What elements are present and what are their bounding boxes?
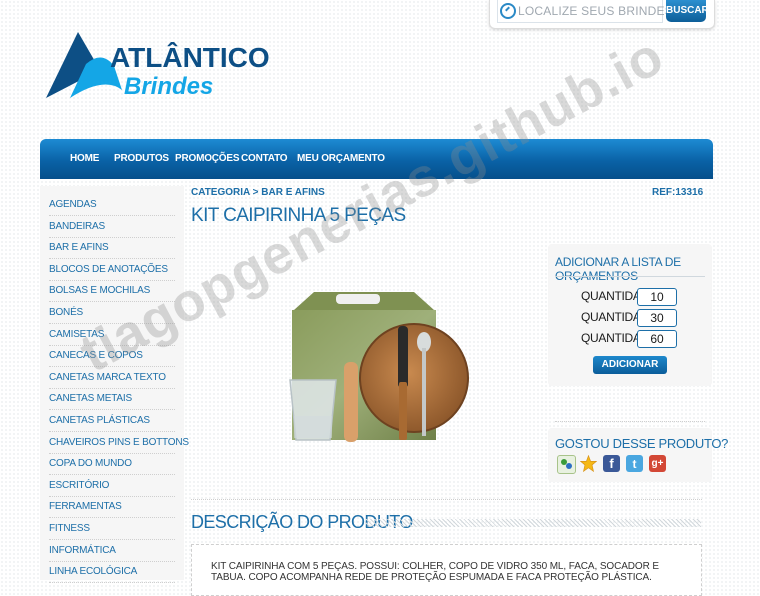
sidebar-divider: [49, 495, 175, 497]
sidebar-item[interactable]: INFORMÁTICA: [49, 545, 116, 556]
sidebar-divider: [49, 258, 175, 260]
divider: [555, 276, 705, 277]
nav-meu-orcamento[interactable]: MEU ORÇAMENTO: [297, 153, 385, 164]
sidebar-divider: [49, 539, 175, 540]
divider: [191, 499, 702, 500]
quantity-input-3[interactable]: 60: [637, 330, 677, 348]
sidebar-item[interactable]: AGENDAS: [49, 199, 97, 210]
sidebar-divider: [49, 431, 175, 432]
add-to-quote-title: ADICIONAR A LISTA DE ORÇAMENTOS: [555, 255, 681, 283]
sidebar-item[interactable]: LINHA ECOLÓGICA: [49, 566, 137, 577]
add-to-quote-button[interactable]: ADICIONAR: [593, 356, 667, 374]
product-image: [289, 292, 469, 442]
sidebar-item[interactable]: CHAVEIROS PINS E BOTTONS: [49, 437, 189, 448]
search-placeholder: LOCALIZE SEUS BRINDES!: [518, 4, 677, 18]
sidebar-divider: [49, 387, 175, 389]
favorite-star-icon[interactable]: [579, 454, 598, 473]
sidebar-divider: [49, 215, 175, 216]
sidebar-divider: [49, 474, 175, 476]
quantity-input-2[interactable]: 30: [637, 309, 677, 327]
divider: [555, 421, 705, 422]
facebook-icon[interactable]: f: [603, 455, 620, 472]
nav-contato[interactable]: CONTATO: [241, 153, 288, 164]
product-reference: REF:13316: [652, 187, 704, 198]
google-plus-icon[interactable]: g+: [649, 455, 666, 472]
sidebar-item[interactable]: COPA DO MUNDO: [49, 458, 132, 469]
search-icon: [500, 3, 516, 19]
sidebar-item[interactable]: CANETAS PLÁSTICAS: [49, 415, 150, 426]
sidebar-item[interactable]: ESCRITÓRIO: [49, 480, 109, 491]
atlantico-brindes-logo[interactable]: ATLÂNTICO Brindes: [42, 30, 282, 102]
nav-produtos[interactable]: PRODUTOS: [114, 153, 169, 164]
messenger-icon[interactable]: [557, 455, 576, 474]
sidebar-divider: [49, 452, 175, 454]
sidebar-divider: [49, 517, 175, 519]
sidebar-divider: [49, 582, 175, 584]
sidebar-divider: [49, 560, 175, 562]
twitter-icon[interactable]: t: [626, 455, 643, 472]
search-button[interactable]: BUSCAR: [666, 0, 709, 22]
nav-home[interactable]: HOME: [70, 153, 99, 164]
nav-promocoes[interactable]: PROMOÇÕES: [175, 153, 240, 164]
sidebar-divider: [49, 409, 175, 411]
sidebar-item[interactable]: BLOCOS DE ANOTAÇÕES: [49, 264, 168, 275]
breadcrumb[interactable]: CATEGORIA > BAR E AFINS: [191, 187, 325, 198]
sidebar-item[interactable]: CANETAS METAIS: [49, 393, 132, 404]
quantity-input-1[interactable]: 10: [637, 288, 677, 306]
sidebar-divider: [49, 279, 175, 281]
logo-text-line1: ATLÂNTICO: [110, 42, 270, 73]
sidebar-item[interactable]: FITNESS: [49, 523, 90, 534]
sidebar-item[interactable]: BANDEIRAS: [49, 221, 105, 232]
sidebar-item[interactable]: BONÉS: [49, 307, 83, 318]
share-title: GOSTOU DESSE PRODUTO?: [555, 436, 729, 451]
sidebar-divider: [49, 236, 175, 238]
sidebar-item[interactable]: FERRAMENTAS: [49, 501, 122, 512]
decorative-stripes: [365, 519, 701, 527]
logo-text-line2: Brindes: [124, 73, 213, 100]
sidebar-item[interactable]: BAR E AFINS: [49, 242, 109, 253]
